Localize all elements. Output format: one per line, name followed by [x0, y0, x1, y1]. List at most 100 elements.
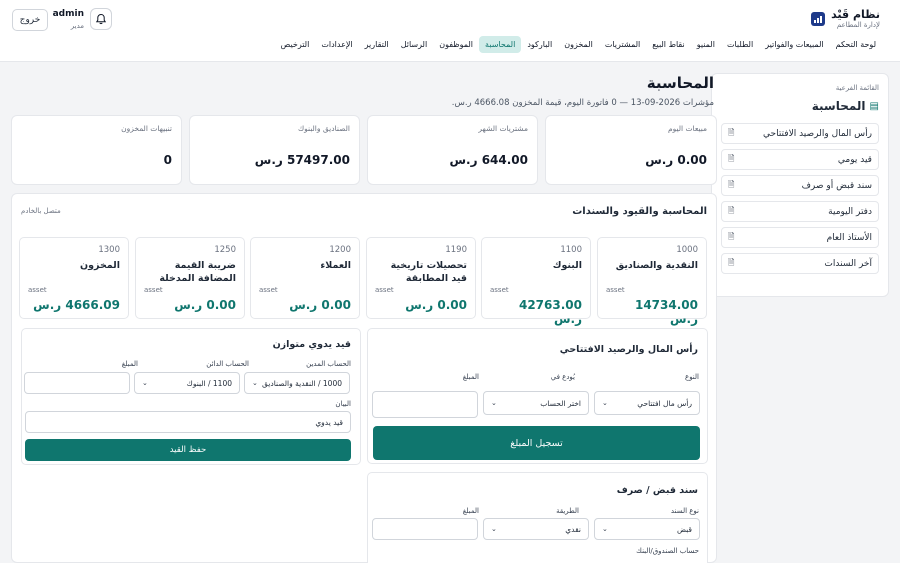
sidebar-item[interactable]: دفتر اليومية 🗎 — [721, 201, 879, 222]
account-name: المخزون — [80, 260, 120, 271]
logout-button[interactable]: خروج — [12, 9, 48, 31]
record-amount-button[interactable]: تسجيل المبلغ — [373, 426, 700, 460]
nav-item[interactable]: نقاط البيع — [646, 36, 690, 53]
stat-label: تنبيهات المخزون — [121, 124, 172, 133]
panel-title: سند قبض / صرف — [616, 485, 698, 496]
save-entry-button[interactable]: حفظ القيد — [25, 439, 351, 461]
sidebar-item-label: دفتر اليومية — [828, 206, 872, 217]
stat-label: الصناديق والبنوك — [297, 124, 350, 133]
voucher-amount-input[interactable] — [372, 518, 478, 540]
nav-item[interactable]: التقارير — [359, 36, 395, 53]
stat-value: 57497.00 ر.س — [254, 153, 350, 167]
account-card[interactable]: 1250 ضريبة القيمة المضافة المدخلة asset 0.0… — [135, 237, 245, 319]
section-title: المحاسبة والقيود والسندات — [572, 206, 707, 217]
sidebar-item-label: آخر السندات — [824, 258, 872, 269]
sidebar-title-text: المحاسبة — [811, 99, 866, 113]
sidebar-item[interactable]: آخر السندات 🗎 — [721, 253, 879, 274]
stat-card-purchases-month: مشتريات الشهر 644.00 ر.س — [367, 115, 538, 185]
brand-subtitle: لإدارة المطاعم — [836, 21, 880, 29]
account-card[interactable]: 1100 البنوك asset 42763.00 ر.س — [481, 237, 591, 326]
account-code: 1000 — [676, 245, 698, 255]
document-icon: 🗎 — [728, 127, 735, 137]
nav-item[interactable]: المنيو — [691, 36, 721, 53]
user-role: مدير — [70, 22, 84, 30]
method-value: نقدي — [565, 524, 581, 534]
account-type: asset — [259, 286, 278, 294]
stat-card-stock-alerts: تنبيهات المخزون 0 — [11, 115, 182, 185]
account-name: البنوك — [552, 260, 582, 271]
nav-item[interactable]: الترخيص — [275, 36, 316, 53]
notifications-bell-icon[interactable] — [90, 8, 112, 30]
account-balance: 0.00 ر.س — [289, 298, 351, 312]
sidebar-item[interactable]: قيد يومي 🗎 — [721, 149, 879, 170]
stat-label: مشتريات الشهر — [478, 124, 528, 133]
ledger-icon: ▤ — [869, 100, 879, 112]
accounting-section: المحاسبة والقيود والسندات متصل بالخادم 1… — [11, 193, 717, 563]
nav-item[interactable]: الطلبات — [721, 36, 759, 53]
brand: نظام قَيْد لإدارة المطاعم — [811, 8, 880, 29]
account-card[interactable]: 1300 المخزون asset 4666.09 ر.س — [19, 237, 129, 319]
sidebar-item[interactable]: الأستاذ العام 🗎 — [721, 227, 879, 248]
top-bar: نظام قَيْد لإدارة المطاعم خروج admin مدي… — [0, 0, 900, 62]
sidebar-items: رأس المال والرصيد الافتتاحي 🗎 قيد يومي 🗎 سند… — [721, 123, 879, 274]
nav-item[interactable]: المخزون — [558, 36, 599, 53]
user-info: admin مدير — [53, 9, 84, 30]
document-icon: 🗎 — [728, 153, 735, 163]
panel-title: رأس المال والرصيد الافتتاحي — [559, 344, 698, 355]
amount-label: المبلغ — [121, 360, 138, 368]
account-card[interactable]: 1000 النقدية والصناديق asset 14734.00 ر.س — [597, 237, 707, 326]
account-name: ضريبة القيمة المضافة المدخلة — [159, 260, 236, 284]
document-icon: 🗎 — [728, 257, 735, 267]
chevron-down-icon: ⌄ — [252, 379, 258, 387]
nav-item[interactable]: المبيعات والفواتير — [759, 36, 829, 53]
opening-balance-panel: رأس المال والرصيد الافتتاحي النوع يُودع … — [367, 328, 708, 464]
account-card[interactable]: 1190 تحصيلات تاريخية قيد المطابقة asset 0.0… — [366, 237, 476, 319]
stat-label: مبيعات اليوم — [667, 124, 707, 133]
voucher-amount-label: المبلغ — [462, 507, 479, 515]
panel-title: قيد يدوي متوازن — [272, 339, 351, 350]
type-select[interactable]: رأس مال افتتاحي ⌄ — [594, 391, 700, 415]
debit-account-select[interactable]: 1000 / النقدية والصناديق ⌄ — [244, 372, 350, 394]
credit-value: 1100 / البنوك — [186, 378, 232, 388]
memo-label: البيان — [335, 400, 351, 408]
type-label: النوع — [685, 373, 699, 381]
deposit-label: يُودع في — [550, 373, 575, 381]
nav-item[interactable]: الرسائل — [395, 36, 434, 53]
page-title: المحاسبة — [646, 74, 714, 92]
nav-item[interactable]: الباركود — [521, 36, 558, 53]
method-select[interactable]: نقدي ⌄ — [483, 518, 589, 540]
stat-card-cash-banks: الصناديق والبنوك 57497.00 ر.س — [189, 115, 360, 185]
account-balance: 0.00 ر.س — [174, 298, 236, 312]
manual-amount-input[interactable] — [24, 372, 130, 394]
account-type: asset — [606, 286, 625, 294]
nav-item[interactable]: المحاسبة — [479, 36, 522, 53]
account-balance: 14734.00 ر.س — [634, 298, 698, 326]
document-icon: 🗎 — [728, 231, 735, 241]
account-code: 1200 — [329, 245, 351, 255]
nav-item[interactable]: المشتريات — [599, 36, 646, 53]
chevron-down-icon: ⌄ — [491, 525, 497, 533]
account-type: asset — [144, 286, 163, 294]
nav-item[interactable]: الموظفون — [433, 36, 479, 53]
account-card[interactable]: 1200 العملاء asset 0.00 ر.س — [250, 237, 360, 319]
sidebar-item[interactable]: سند قبض أو صرف 🗎 — [721, 175, 879, 196]
account-name: تحصيلات تاريخية قيد المطابقة — [390, 260, 467, 284]
amount-input[interactable] — [372, 391, 478, 418]
deposit-account-select[interactable]: اختر الحساب ⌄ — [483, 391, 589, 415]
nav-item[interactable]: الإعدادات — [315, 36, 358, 53]
sub-menu-sidebar: القائمة الفرعية ▤ المحاسبة رأس المال وال… — [711, 73, 889, 297]
type-value: رأس مال افتتاحي — [637, 398, 692, 408]
cash-account-label: حساب الصندوق/البنك — [636, 547, 699, 555]
sidebar-item-label: سند قبض أو صرف — [801, 180, 872, 191]
voucher-type-select[interactable]: قبض ⌄ — [594, 518, 700, 540]
credit-account-select[interactable]: 1100 / البنوك ⌄ — [134, 372, 240, 394]
account-balance: 0.00 ر.س — [405, 298, 467, 312]
document-icon: 🗎 — [728, 205, 735, 215]
sidebar-item[interactable]: رأس المال والرصيد الافتتاحي 🗎 — [721, 123, 879, 144]
sidebar-item-label: الأستاذ العام — [826, 232, 872, 243]
nav-item[interactable]: لوحة التحكم — [830, 36, 882, 53]
memo-input[interactable]: قيد يدوي — [25, 411, 351, 433]
deposit-value: اختر الحساب — [540, 398, 581, 408]
account-code: 1100 — [560, 245, 582, 255]
debit-label: الحساب المدين — [306, 360, 351, 368]
